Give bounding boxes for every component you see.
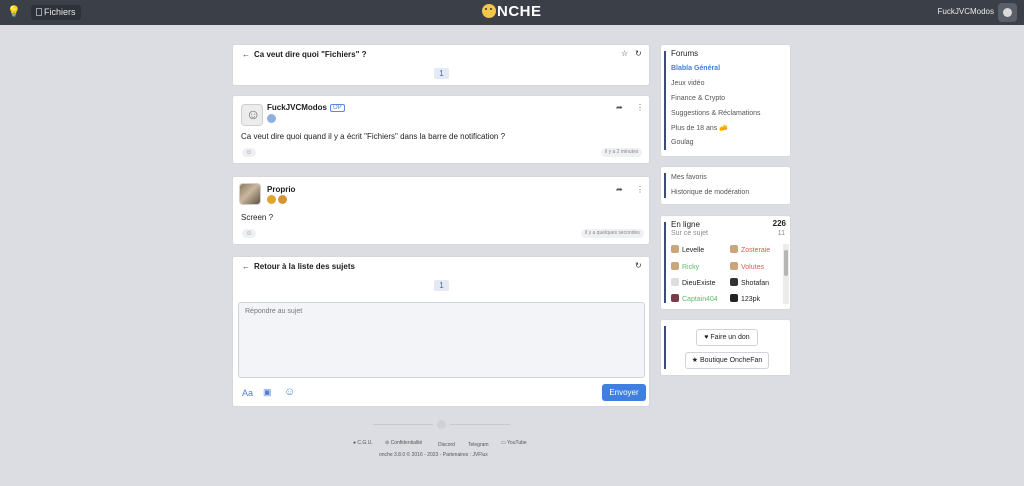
post-text: Screen ? xyxy=(241,213,274,222)
forum-item-finance[interactable]: Finance & Crypto xyxy=(671,95,725,102)
online-subject-label: Sur ce sujet xyxy=(671,230,708,237)
footer-separator xyxy=(450,424,510,425)
forum-item-blabla[interactable]: Blabla Général xyxy=(671,65,720,72)
online-user[interactable]: Shotafan xyxy=(730,278,769,287)
topic-title: ← Ca veut dire quoi "Fichiers" ? xyxy=(242,50,367,59)
shop-button[interactable]: ★ Boutique OncheFan xyxy=(685,352,769,369)
online-user[interactable]: Levelle xyxy=(671,245,704,254)
online-subject-count: 11 xyxy=(777,230,785,237)
online-scrollbar[interactable] xyxy=(783,244,789,304)
online-user[interactable]: 123pk xyxy=(730,294,760,303)
user-avatar xyxy=(671,262,679,270)
user-avatar xyxy=(730,262,738,270)
reply-textarea[interactable]: Répondre au sujet xyxy=(238,302,645,378)
links-panel: Mes favoris Historique de modération xyxy=(660,166,791,205)
online-panel: En ligne 226 Sur ce sujet 11 Levelle Zos… xyxy=(660,215,791,310)
panel-accent-bar xyxy=(664,326,666,369)
refresh-icon[interactable]: ↻ xyxy=(635,49,642,58)
more-options-icon[interactable]: ⋮ xyxy=(636,103,644,112)
reaction-button[interactable]: ☺ xyxy=(242,148,256,157)
post-time: il y a 2 minutes xyxy=(601,148,643,157)
post-card: Proprio ➦ ⋮ Screen ? ☺ il y a quelques s… xyxy=(232,176,650,245)
post-author[interactable]: FuckJVCModos OP xyxy=(267,103,345,112)
font-format-button[interactable]: Aa xyxy=(242,388,253,398)
forum-item-18-plus[interactable]: Plus de 18 ans 🧀 xyxy=(671,124,728,132)
user-avatar xyxy=(730,294,738,302)
footer-link-cgu[interactable]: ● C.G.U. xyxy=(353,440,373,446)
site-logo[interactable]: NCHE xyxy=(482,3,542,21)
post-time: il y a quelques secondes xyxy=(581,229,644,238)
panel-accent-bar xyxy=(664,51,666,150)
image-add-icon[interactable]: ▣ xyxy=(263,387,272,398)
more-options-icon[interactable]: ⋮ xyxy=(636,185,644,194)
footer-link-youtube[interactable]: ▭ YouTube xyxy=(501,440,527,446)
back-arrow-icon[interactable]: ← xyxy=(242,50,250,59)
footer-copyright: onche 3.8.0 © 2016 - 2023 - Partenaires … xyxy=(379,452,488,458)
footer-separator xyxy=(373,424,433,425)
lightbulb-icon[interactable]: 💡 xyxy=(7,5,21,18)
reaction-button[interactable]: ☺ xyxy=(242,229,256,238)
user-avatar xyxy=(671,294,679,302)
user-avatar[interactable] xyxy=(998,3,1017,22)
topic-header-card: ← Ca veut dire quoi "Fichiers" ? ☆ ↻ 1 xyxy=(232,44,650,86)
heart-icon: ♥ xyxy=(704,334,709,341)
user-avatar xyxy=(730,278,738,286)
send-button[interactable]: Envoyer xyxy=(602,384,646,401)
op-badge: OP xyxy=(330,104,345,112)
online-user[interactable]: DieuExiste xyxy=(671,278,715,287)
online-user[interactable]: Zosteraie xyxy=(730,245,770,254)
online-count: 226 xyxy=(772,219,786,228)
star-icon[interactable]: ☆ xyxy=(621,49,628,58)
forum-item-goulag[interactable]: Goulag xyxy=(671,139,694,146)
refresh-icon[interactable]: ↻ xyxy=(635,261,642,270)
logo-text: NCHE xyxy=(497,3,542,20)
avatar[interactable] xyxy=(241,104,263,126)
star-icon: ★ xyxy=(691,357,699,364)
favorites-link[interactable]: Mes favoris xyxy=(671,174,707,181)
top-bar: 💡 Fichiers NCHE FuckJVCModos xyxy=(0,0,1024,25)
avatar[interactable] xyxy=(239,183,261,205)
post-author[interactable]: Proprio xyxy=(267,185,295,194)
moderation-history-link[interactable]: Historique de modération xyxy=(671,189,749,196)
footer-link-telegram[interactable]: Telegram xyxy=(468,442,489,448)
share-icon[interactable]: ➦ xyxy=(616,103,623,112)
page-number[interactable]: 1 xyxy=(434,280,449,291)
page-number[interactable]: 1 xyxy=(434,68,449,79)
onche-face-icon xyxy=(482,4,496,18)
post-card: FuckJVCModosOP ➦ ⋮ Ca veut dire quoi qua… xyxy=(232,95,650,164)
forums-title: Forums xyxy=(671,49,699,58)
panel-accent-bar xyxy=(664,173,666,198)
member-badge-icon xyxy=(267,114,276,123)
files-button[interactable]: Fichiers xyxy=(31,5,81,20)
footer-link-privacy[interactable]: ⊘ Confidentialité xyxy=(385,440,422,446)
username[interactable]: FuckJVCModos xyxy=(938,7,994,16)
forums-panel: Forums Blabla Général Jeux vidéo Finance… xyxy=(660,44,791,157)
share-icon[interactable]: ➦ xyxy=(616,185,623,194)
back-arrow-icon[interactable]: ← xyxy=(242,262,250,271)
forum-item-suggestions[interactable]: Suggestions & Réclamations xyxy=(671,110,761,117)
reply-card: ← Retour à la liste des sujets ↻ 1 Répond… xyxy=(232,256,650,407)
back-to-list[interactable]: ← Retour à la liste des sujets xyxy=(242,262,355,271)
files-label: Fichiers xyxy=(44,7,76,17)
crown-badge-icon xyxy=(267,195,276,204)
donate-button[interactable]: ♥ Faire un don xyxy=(696,329,758,346)
user-avatar xyxy=(671,245,679,253)
support-panel: ♥ Faire un don ★ Boutique OncheFan xyxy=(660,319,791,376)
user-avatar xyxy=(730,245,738,253)
coin-badge-icon xyxy=(278,195,287,204)
post-text: Ca veut dire quoi quand il y a écrit "Fi… xyxy=(241,132,506,141)
emoji-icon[interactable]: ☺ xyxy=(284,386,295,398)
panel-accent-bar xyxy=(664,222,666,303)
online-title: En ligne xyxy=(671,220,700,229)
footer-logo-icon xyxy=(437,420,446,429)
file-icon xyxy=(36,8,42,16)
reply-placeholder: Répondre au sujet xyxy=(245,308,303,315)
online-user[interactable]: Volutes xyxy=(730,262,764,271)
user-avatar xyxy=(671,278,679,286)
footer-link-discord[interactable]: Discord xyxy=(438,442,455,448)
forum-item-jeux-video[interactable]: Jeux vidéo xyxy=(671,80,704,87)
online-user[interactable]: Captain404 xyxy=(671,294,718,303)
online-user[interactable]: Ricky xyxy=(671,262,699,271)
